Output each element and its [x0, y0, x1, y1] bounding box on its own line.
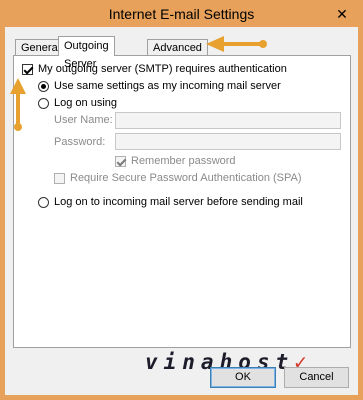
- arrow-to-advanced-tab-icon: [206, 36, 267, 52]
- annotation-arrows: [10, 36, 267, 131]
- tab-outgoing-server[interactable]: Outgoing Server: [58, 36, 115, 70]
- arrow-to-auth-checkbox-icon: [10, 78, 26, 131]
